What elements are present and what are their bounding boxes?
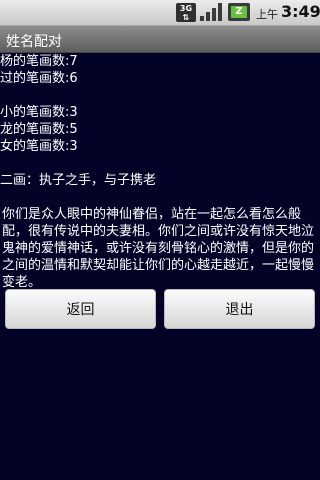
name1-stroke-line: 过的笔画数:6 [0,71,78,86]
result-text: 杨的笔画数:7 过的笔画数:6 小的笔画数:3 龙的笔画数:5 女的笔画数:3 … [0,53,316,291]
status-ampm: 上午 [256,8,278,21]
exit-button[interactable]: 退出 [164,289,315,329]
back-button[interactable]: 返回 [5,289,156,329]
name2-stroke-line: 女的笔画数:3 [0,139,78,154]
network-activity-arrows: ⇅ [182,13,190,22]
name2-stroke-line: 小的笔画数:3 [0,105,78,120]
signal-icon [200,3,222,21]
network-type-label: 3G [179,4,193,13]
result-heading: 二画：执子之手，与子携老 [0,173,157,188]
name2-stroke-line: 龙的笔画数:5 [0,122,78,137]
result-description: 你们是众人眼中的神仙眷侣，站在一起怎么看怎么般配，很有传说中的夫妻相。你们之间或… [2,207,315,290]
3g-icon: 3G ⇅ [176,3,196,22]
result-panel: 杨的笔画数:7 过的笔画数:6 小的笔画数:3 龙的笔画数:5 女的笔画数:3 … [0,53,320,480]
battery-icon: Z [228,3,250,21]
app-title: 姓名配对 [6,34,62,50]
status-bar: 3G ⇅ Z 上午 3:49 [0,0,320,26]
app-title-bar: 姓名配对 [0,26,320,53]
name1-stroke-line: 杨的笔画数:7 [0,54,78,69]
status-time: 3:49 [281,2,320,21]
